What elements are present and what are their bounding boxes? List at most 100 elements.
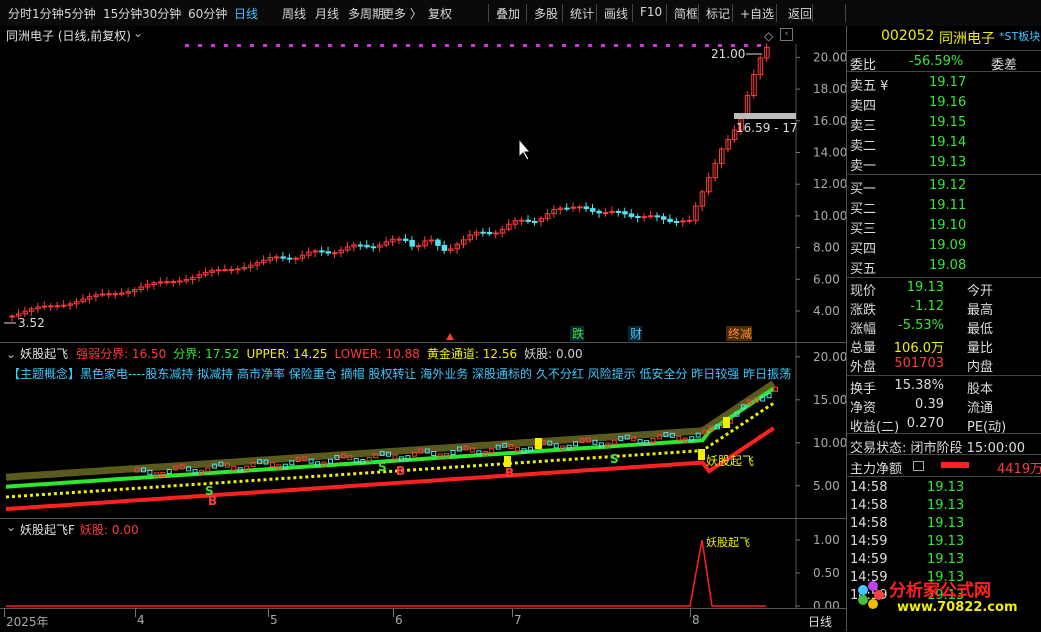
main-flow-row[interactable]: 主力净额 4419万 [847,456,1041,477]
toolbar-separator [632,4,633,22]
tick-row: 14:58 19.13 [847,478,1041,498]
stat-row-1: 涨跌 -1.12 最高 [847,297,1041,318]
candle-body [396,238,402,241]
st-marker [406,44,410,47]
candle-body [686,219,693,222]
y-tick-label: 1.00 [813,533,840,547]
y-tick-label: 10.00 [813,436,846,450]
candlestick-chart[interactable]: 20.00 18.00 16.00 14.00 12.00 10.00 8.00 6.00 4.… [0,26,846,342]
candle-body [648,215,654,218]
toolbar-item-20[interactable]: 返回 [788,5,812,22]
sell-label: 卖五 ¥ [850,79,889,94]
board-tag[interactable]: *ST板块 [999,28,1040,44]
indicator-yaogu-f-panel[interactable]: ⌄ 妖股起飞F 妖股: 0.00 1.00 0.50 0.00 妖股起飞 [0,518,846,609]
st-marker [757,44,761,47]
sell-row-5[interactable]: 卖五 ¥ 19.17 [847,73,1041,94]
signal-chart: 1.000.500.00妖股起飞 [6,519,840,609]
candle-body [99,293,106,296]
toolbar-item-3[interactable]: 15分钟 [103,5,142,22]
st-marker [536,44,540,47]
logo-petal [857,595,868,606]
toolbar-item-11[interactable]: 复权 [428,5,452,22]
toolbar-item-6[interactable]: 日线 [234,5,258,22]
range-label: 16.59 - 17 [736,121,798,135]
x-tick [4,609,5,617]
candle-body [106,293,112,296]
toolbar-item-10[interactable]: 更多 〉 [382,5,422,22]
watermark-url: www.70822.com [897,600,1018,615]
toolbar-item-7[interactable]: 周线 [282,5,306,22]
x-tick [268,609,269,617]
logo-petal [874,590,884,600]
toolbar-item-0[interactable]: 分时 [8,5,32,22]
toolbar-item-4[interactable]: 30分钟 [142,5,181,22]
sell-price: 19.14 [929,135,967,150]
x-axis: 日线 2025年 4 5 6 7 8 [0,608,846,632]
buy-price: 19.09 [929,238,967,253]
buy-row-3[interactable]: 买三 19.10 [847,216,1041,237]
main-price-panel[interactable]: 同洲电子 (日线,前复权) ⌄ ◇ ‹ 20.00 18.00 16.00 14.00… [0,26,846,342]
x-axis-mode[interactable]: 日线 [808,613,832,630]
channel-chart[interactable]: 20.0015.0010.005.00SBS B BS 妖股起飞 [0,343,846,519]
buy-price: 19.08 [929,258,967,273]
tick-time: 14:58 [850,498,888,513]
toolbar-item-14[interactable]: 统计 [570,5,594,22]
buy-row-5[interactable]: 买五 19.08 [847,256,1041,277]
candle-body [611,439,617,445]
st-marker [445,44,449,47]
arrow-up-icon [446,333,454,340]
stock-code: 002052 [881,28,935,44]
sell-row-2[interactable]: 卖二 19.14 [847,133,1041,154]
signal-marker: B [505,466,514,480]
candle-body [157,281,164,284]
toolbar-item-12[interactable]: 叠加 [496,5,520,22]
candle-body [273,256,280,259]
st-marker [497,44,501,47]
indicator-yaogu-panel[interactable]: ⌄ 妖股起飞 强弱分界: 16.50 分界: 17.52 UPPER: 14.25 LOW… [0,342,846,519]
sell-row-4[interactable]: 卖四 19.16 [847,93,1041,114]
candle-body [480,231,486,234]
candle-body [328,458,333,464]
x-tick-label: 2025年 [6,615,49,629]
toolbar-separator [732,4,733,22]
y-tick-label: 20.00 [813,350,846,364]
toolbar-item-17[interactable]: 简框 [674,5,698,22]
toolbar-item-16[interactable]: F10 [640,5,662,19]
toolbar-item-9[interactable]: 多周期 [348,5,384,22]
candle-body [409,239,415,247]
x-tick-label: 6 [395,613,403,627]
buy-row-1[interactable]: 买一 19.12 [847,176,1041,197]
candle-body [673,221,680,224]
toolbar-item-8[interactable]: 月线 [315,5,339,22]
toolbar-item-18[interactable]: 标记 [706,5,730,22]
toolbar-item-1[interactable]: 1分钟 [32,5,64,22]
signal-box [698,449,705,460]
candle-body [493,232,499,235]
candle-body [577,206,583,209]
st-marker [354,44,358,47]
buy-label: 买二 [850,202,877,217]
candle-body [319,250,325,253]
buy-row-2[interactable]: 买二 19.11 [847,196,1041,217]
stat-value: 501703 [894,356,944,371]
stock-name: 同洲电子 [939,31,995,47]
sell-row-3[interactable]: 卖三 19.15 [847,113,1041,134]
candle-body [428,239,435,242]
toolbar-item-15[interactable]: 画线 [604,5,628,22]
buy-row-4[interactable]: 买四 19.09 [847,236,1041,257]
toolbar-item-2[interactable]: 5分钟 [64,5,96,22]
toolbar-item-5[interactable]: 60分钟 [188,5,227,22]
st-marker [315,44,319,47]
y-tick-label: 8.00 [813,241,840,255]
toolbar-separator [526,4,527,22]
list-icon[interactable] [913,461,924,471]
yaogu-tag: 妖股起飞 [706,535,750,549]
price-low-label: 3.52 [18,316,45,330]
candle-body [415,245,422,248]
toolbar-item-19[interactable]: +自选 [740,5,774,22]
toolbar-item-13[interactable]: 多股 [534,5,558,22]
toolbar-separator [666,4,667,22]
candle-body [628,213,635,217]
sell-row-1[interactable]: 卖一 19.13 [847,153,1041,174]
candle-body [364,244,370,248]
